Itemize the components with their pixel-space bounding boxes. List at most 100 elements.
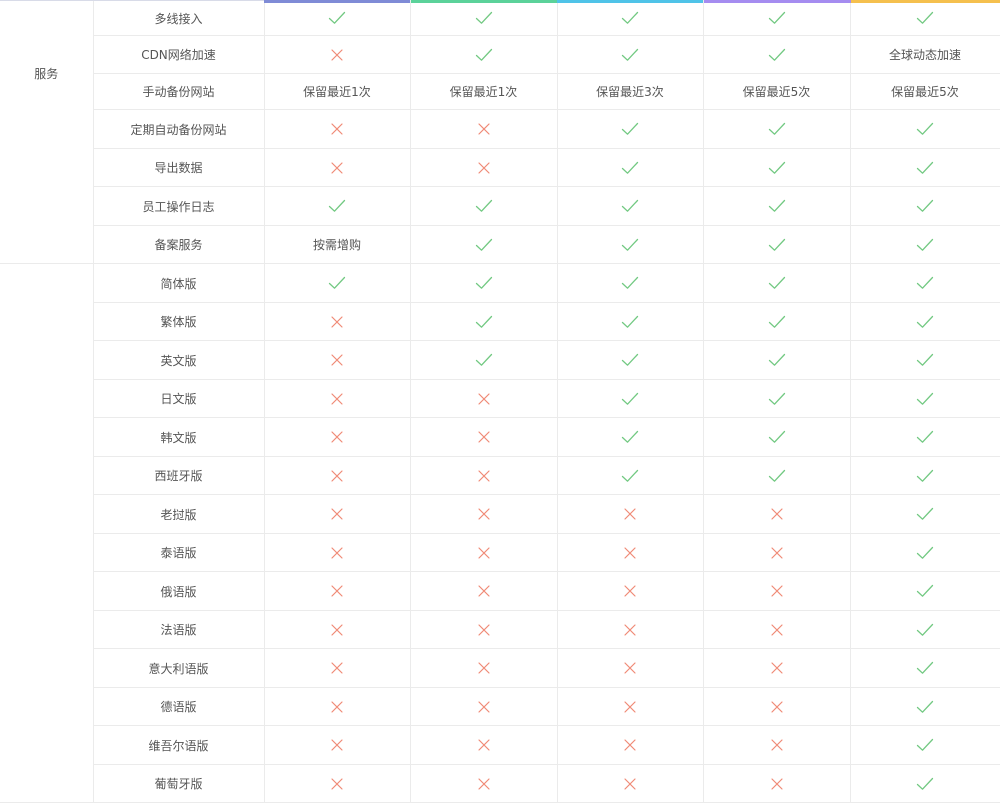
table-row: 俄语版 xyxy=(0,571,1000,611)
plan-5-value-cell xyxy=(849,648,1000,688)
table-row: 西班牙版 xyxy=(0,456,1000,495)
plan-1-value-cell xyxy=(263,417,411,457)
table-row: 服务 多线接入 xyxy=(0,0,1000,264)
table-row: 维吾尔语版 xyxy=(0,725,1000,765)
plan-2-value-cell xyxy=(409,186,558,226)
check-icon xyxy=(916,584,934,598)
plan-1-value-cell xyxy=(263,725,411,765)
feature-name-cell: 老挝版 xyxy=(92,494,265,534)
cross-icon xyxy=(623,584,637,598)
plan-2-value-cell: 保留最近1次 xyxy=(409,73,558,110)
check-icon xyxy=(475,48,493,62)
plan-3-value-cell xyxy=(556,494,704,534)
plan-3-value-cell xyxy=(556,263,704,303)
check-icon xyxy=(768,392,786,406)
plan-3-value-cell xyxy=(556,186,704,226)
feature-name-cell: 日文版 xyxy=(92,379,265,418)
check-icon xyxy=(621,161,639,175)
feature-comparison-table: 服务 多线接入 CDN网络加速 全球动态加速 手动备份网站 保留最近1次 保留最近1次 保留最… xyxy=(0,0,1000,803)
check-icon xyxy=(768,199,786,213)
feature-name: 韩文版 xyxy=(160,430,197,445)
plan-value-text: 保留最近5次 xyxy=(891,85,959,99)
plan-1-value-cell xyxy=(263,35,411,74)
plan-2-value-cell xyxy=(409,340,558,380)
check-icon xyxy=(916,276,934,290)
plan-3-value-cell xyxy=(556,417,704,457)
cross-icon xyxy=(623,777,637,791)
plan-2-value-cell xyxy=(409,725,558,765)
plan-3-value-cell xyxy=(556,340,704,380)
feature-name: 备案服务 xyxy=(154,238,203,252)
feature-comparison-page: 服务 多线接入 CDN网络加速 全球动态加速 手动备份网站 保留最近1次 保留最近1次 保留最… xyxy=(0,0,1000,803)
check-icon xyxy=(916,315,934,329)
cross-icon xyxy=(330,507,344,521)
plan-4-value-cell xyxy=(702,456,851,495)
plan-5-value-cell xyxy=(849,687,1000,726)
feature-name: 法语版 xyxy=(160,623,197,637)
table-row: 英文版 xyxy=(0,340,1000,380)
plan-4-value-cell xyxy=(702,186,851,226)
plan-4-value-cell xyxy=(702,0,851,36)
plan-4-value-cell xyxy=(702,35,851,74)
check-icon xyxy=(475,199,493,213)
plan-4-value-cell xyxy=(702,379,851,418)
table-row: 老挝版 xyxy=(0,494,1000,534)
feature-name: 员工操作日志 xyxy=(142,199,215,214)
cross-icon xyxy=(477,161,491,175)
table-row: 泰语版 xyxy=(0,533,1000,572)
cross-icon xyxy=(330,315,344,329)
plan-5-value-cell xyxy=(849,379,1000,418)
table-row: 意大利语版 xyxy=(0,648,1000,688)
check-icon xyxy=(916,623,934,637)
cross-icon xyxy=(330,430,344,444)
plan-3-value-cell xyxy=(556,456,704,495)
plan-1-value-cell xyxy=(263,148,411,187)
plan-2-value-cell xyxy=(409,456,558,495)
check-icon xyxy=(768,238,786,252)
table-row: 韩文版 xyxy=(0,417,1000,457)
table-body: 服务 多线接入 CDN网络加速 全球动态加速 手动备份网站 保留最近1次 保留最近1次 保留最… xyxy=(0,0,1000,803)
plan-1-value-cell xyxy=(263,109,411,149)
feature-name: 多线接入 xyxy=(154,11,203,26)
cross-icon xyxy=(770,700,784,714)
check-icon xyxy=(621,430,639,444)
plan-1-value-cell xyxy=(263,302,411,341)
plan-1-value-cell xyxy=(263,571,411,611)
cross-icon xyxy=(477,122,491,136)
feature-name: 葡萄牙版 xyxy=(154,777,203,791)
plan-4-value-cell xyxy=(702,610,851,649)
feature-name-cell: 俄语版 xyxy=(92,571,265,611)
plan-3-value-cell xyxy=(556,35,704,74)
plan-4-value-cell xyxy=(702,417,851,457)
check-icon xyxy=(768,353,786,367)
plan-3-value-cell xyxy=(556,225,704,264)
feature-name-cell: 导出数据 xyxy=(92,148,265,187)
cross-icon xyxy=(330,623,344,637)
plan-1-value-cell xyxy=(263,263,411,303)
plan-value-text: 全球动态加速 xyxy=(888,48,961,62)
feature-name-cell: 简体版 xyxy=(92,263,265,303)
plan-5-value-cell: 全球动态加速 xyxy=(849,35,1000,74)
table-row: 备案服务 按需增购 xyxy=(0,225,1000,264)
check-icon xyxy=(916,238,934,252)
feature-name: 老挝版 xyxy=(160,507,197,522)
cross-icon xyxy=(623,700,637,714)
plan-2-value-cell xyxy=(409,764,558,803)
plan-3-value-cell xyxy=(556,648,704,688)
check-icon xyxy=(768,11,786,25)
plan-1-value-cell xyxy=(263,379,411,418)
table-row: 繁体版 xyxy=(0,302,1000,341)
cross-icon xyxy=(330,161,344,175)
cross-icon xyxy=(330,469,344,483)
cross-icon xyxy=(770,661,784,675)
plan-5-color-bar xyxy=(851,0,1000,3)
plan-3-value-cell xyxy=(556,302,704,341)
table-row: 手动备份网站 保留最近1次 保留最近1次 保留最近3次 保留最近5次 保留最近5次 xyxy=(0,73,1000,110)
check-icon xyxy=(768,469,786,483)
cross-icon xyxy=(477,661,491,675)
cross-icon xyxy=(770,546,784,560)
plan-4-value-cell xyxy=(702,494,851,534)
cross-icon xyxy=(477,700,491,714)
check-icon xyxy=(475,353,493,367)
plan-2-value-cell xyxy=(409,379,558,418)
